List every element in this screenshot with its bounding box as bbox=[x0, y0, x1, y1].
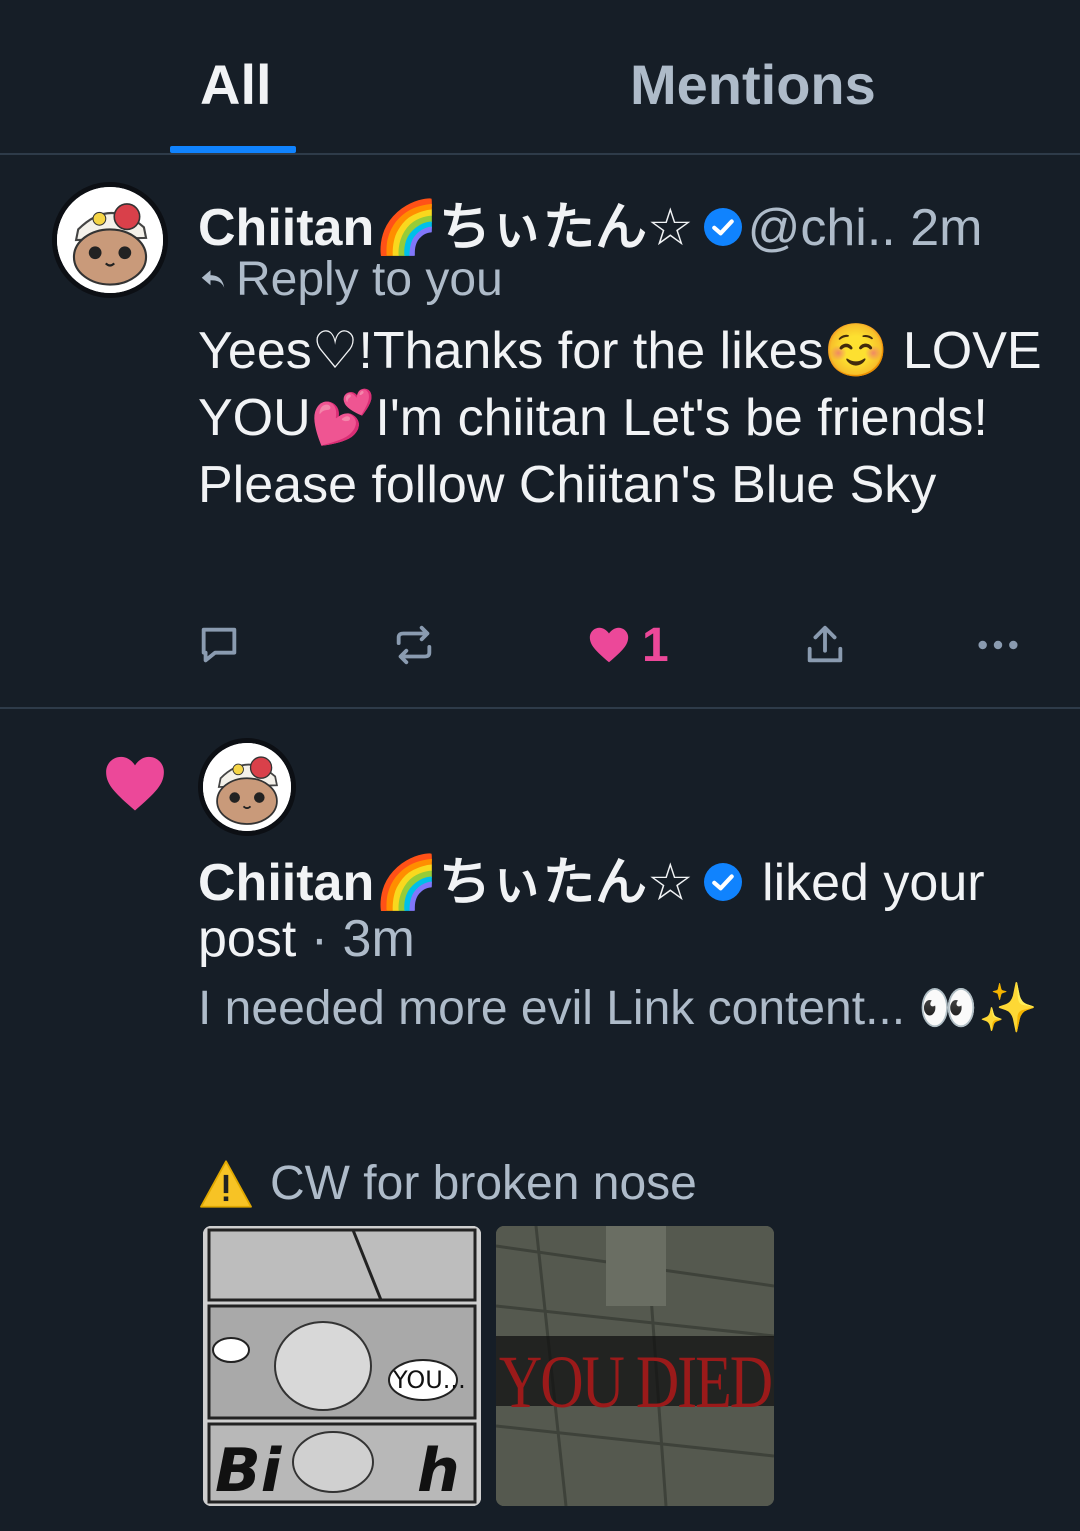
post-time: 2m bbox=[910, 199, 983, 257]
heart-icon bbox=[589, 627, 629, 663]
warning-icon bbox=[200, 1159, 252, 1208]
reply-indicator: Reply to you bbox=[198, 252, 503, 307]
avatar-image bbox=[203, 743, 291, 831]
author-handle[interactable]: @chi.. bbox=[748, 199, 896, 257]
notification-summary: Chiitan🌈ちぃたん☆ liked your post · 3m bbox=[198, 855, 1058, 967]
active-tab-indicator bbox=[170, 146, 296, 153]
post-image-you-died[interactable]: YOU DIED bbox=[496, 1226, 774, 1506]
reply-button[interactable] bbox=[196, 618, 242, 672]
tab-bar: All Mentions bbox=[0, 0, 1080, 155]
like-count: 1 bbox=[642, 618, 669, 672]
more-options-button[interactable] bbox=[975, 618, 1021, 672]
reply-arrow-icon bbox=[201, 270, 225, 289]
more-icon bbox=[978, 640, 1018, 650]
comic-caption-text-end: h bbox=[417, 1436, 460, 1506]
liked-post-text[interactable]: I needed more evil Link content... 👀✨ bbox=[198, 978, 1048, 1040]
comic-caption-text-start: Bi bbox=[215, 1436, 282, 1506]
reply-icon bbox=[201, 627, 237, 663]
tab-all[interactable]: All bbox=[200, 52, 272, 117]
tab-mentions[interactable]: Mentions bbox=[630, 52, 876, 117]
repost-icon bbox=[396, 625, 432, 665]
verified-badge-icon bbox=[703, 208, 742, 247]
avatar[interactable] bbox=[52, 182, 168, 298]
share-button[interactable] bbox=[802, 618, 848, 672]
you-died-text: YOU DIED bbox=[498, 1340, 773, 1424]
post-text: Yees♡!Thanks for the likes☺️ LOVE YOU💕I'… bbox=[198, 322, 1056, 514]
divider bbox=[0, 707, 1080, 709]
avatar-image bbox=[57, 187, 163, 293]
share-icon bbox=[807, 625, 843, 663]
post-header: Chiitan🌈ちぃたん☆ @chi.. 2m bbox=[198, 185, 982, 260]
avatar[interactable] bbox=[198, 738, 296, 836]
author-name[interactable]: Chiitan🌈ちぃたん☆ bbox=[198, 199, 694, 257]
post-image-comic[interactable]: YOU... Bi h bbox=[203, 1226, 481, 1506]
comic-speech-text: YOU... bbox=[393, 1366, 466, 1394]
like-notification-heart-icon bbox=[106, 756, 164, 811]
repost-button[interactable] bbox=[391, 618, 437, 672]
actor-name[interactable]: Chiitan🌈ちぃたん☆ bbox=[198, 854, 694, 912]
reply-label: Reply to you bbox=[236, 253, 503, 306]
content-warning[interactable]: CW for broken nose bbox=[198, 1156, 697, 1211]
post-actions: 1 bbox=[0, 618, 1080, 678]
notification-separator: · bbox=[310, 910, 329, 968]
notification-time: 3m bbox=[342, 910, 415, 968]
verified-badge-icon bbox=[703, 863, 742, 902]
like-button[interactable]: 1 bbox=[586, 618, 669, 672]
content-warning-label: CW for broken nose bbox=[270, 1157, 697, 1210]
